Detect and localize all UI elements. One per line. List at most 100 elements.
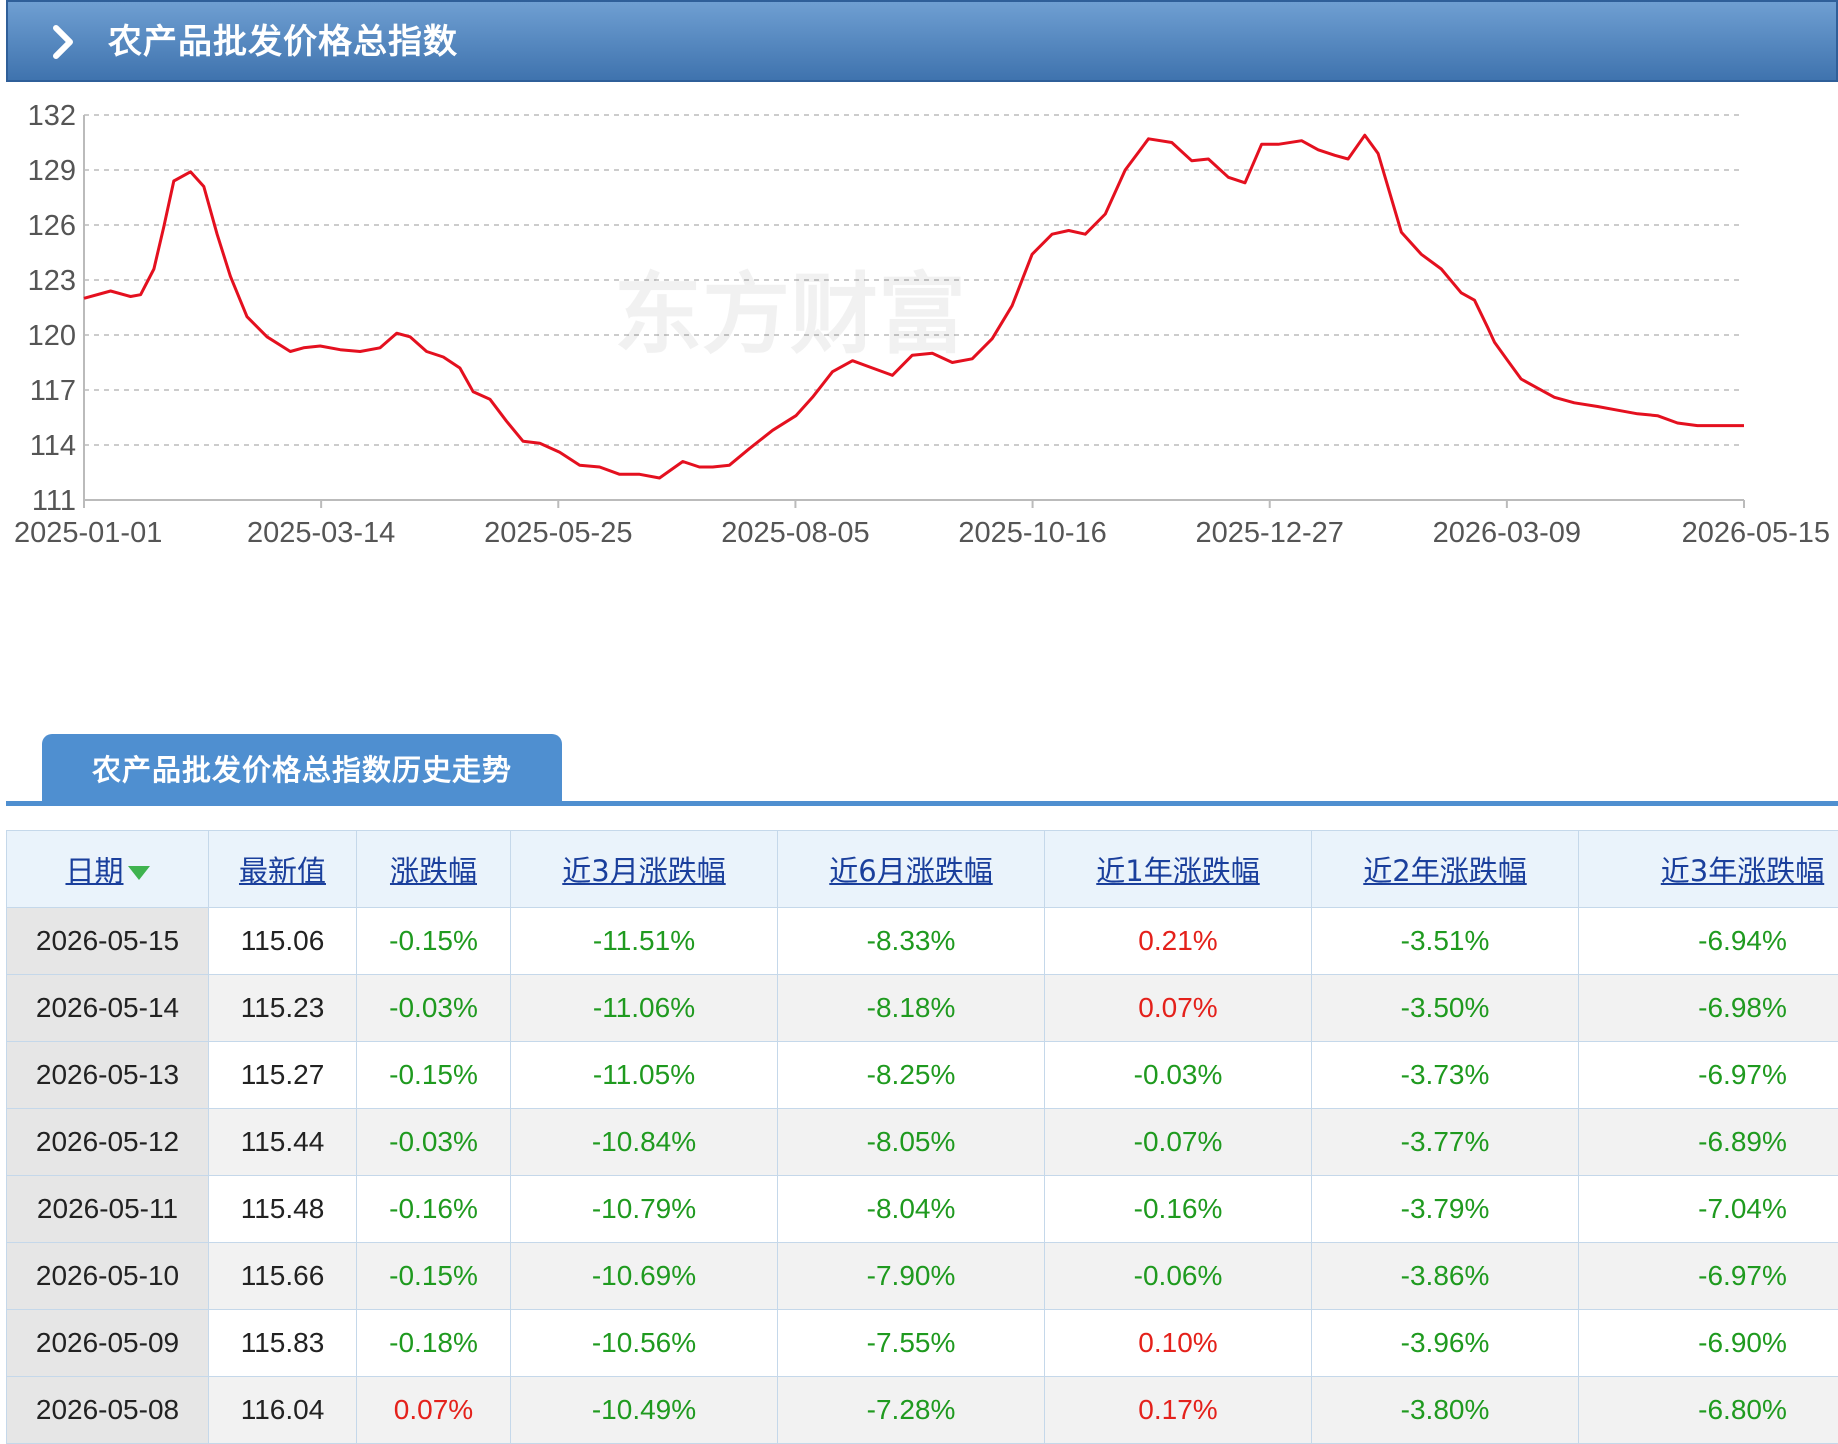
cell-latest: 115.66 — [209, 1243, 357, 1310]
table-row: 2026-05-08116.040.07%-10.49%-7.28%0.17%-… — [7, 1377, 1838, 1444]
x-axis: 2025-01-01 2025-03-14 2025-05-25 2025-08-05… — [14, 500, 1830, 549]
cell-change: -0.15% — [357, 1243, 511, 1310]
cell-latest: 115.23 — [209, 975, 357, 1042]
y-tick-label: 114 — [30, 430, 76, 462]
y-tick-label: 126 — [28, 210, 76, 242]
cell-3m: -10.56% — [511, 1310, 778, 1377]
table-row: 2026-05-14115.23-0.03%-11.06%-8.18%0.07%… — [7, 975, 1838, 1042]
cell-latest: 115.83 — [209, 1310, 357, 1377]
y-tick-label: 129 — [28, 155, 76, 187]
x-tick-label: 2025-03-14 — [247, 517, 395, 549]
x-tick-label: 2025-10-16 — [958, 517, 1106, 549]
cell-3y: -6.94% — [1579, 908, 1838, 975]
tab-underline — [6, 801, 1838, 806]
cell-6m: -8.33% — [778, 908, 1045, 975]
y-axis: 111114117120123126129132 — [28, 100, 76, 517]
cell-3m: -11.05% — [511, 1042, 778, 1109]
cell-change: -0.03% — [357, 1109, 511, 1176]
cell-6m: -8.05% — [778, 1109, 1045, 1176]
cell-latest: 115.27 — [209, 1042, 357, 1109]
cell-3y: -6.97% — [1579, 1243, 1838, 1310]
cell-latest: 115.48 — [209, 1176, 357, 1243]
cell-latest: 115.06 — [209, 908, 357, 975]
page-header: 农产品批发价格总指数 — [6, 0, 1838, 82]
history-table: 日期 最新值 涨跌幅 近3月涨跌幅 近6月涨跌幅 近1年涨跌幅 近2年涨跌幅 近… — [6, 830, 1838, 1444]
cell-2y: -3.73% — [1312, 1042, 1579, 1109]
y-tick-label: 111 — [32, 485, 76, 517]
cell-1y: -0.16% — [1045, 1176, 1312, 1243]
cell-3y: -6.97% — [1579, 1042, 1838, 1109]
cell-1y: -0.07% — [1045, 1109, 1312, 1176]
cell-date: 2026-05-10 — [7, 1243, 209, 1310]
table-header-row: 日期 最新值 涨跌幅 近3月涨跌幅 近6月涨跌幅 近1年涨跌幅 近2年涨跌幅 近… — [7, 831, 1838, 908]
table-row: 2026-05-12115.44-0.03%-10.84%-8.05%-0.07… — [7, 1109, 1838, 1176]
chevron-right-icon[interactable] — [44, 22, 84, 62]
sort-down-arrow-icon[interactable] — [128, 866, 150, 880]
cell-date: 2026-05-15 — [7, 908, 209, 975]
table-row: 2026-05-13115.27-0.15%-11.05%-8.25%-0.03… — [7, 1042, 1838, 1109]
x-tick-label: 2025-12-27 — [1196, 517, 1344, 549]
column-header-2y[interactable]: 近2年涨跌幅 — [1312, 831, 1579, 908]
x-tick-label: 2025-01-01 — [14, 517, 162, 549]
x-tick-label: 2025-05-25 — [484, 517, 632, 549]
column-header-change[interactable]: 涨跌幅 — [357, 831, 511, 908]
cell-date: 2026-05-14 — [7, 975, 209, 1042]
column-header-date[interactable]: 日期 — [7, 831, 209, 908]
cell-1y: 0.10% — [1045, 1310, 1312, 1377]
cell-6m: -7.90% — [778, 1243, 1045, 1310]
cell-1y: 0.21% — [1045, 908, 1312, 975]
column-header-6m[interactable]: 近6月涨跌幅 — [778, 831, 1045, 908]
cell-change: -0.03% — [357, 975, 511, 1042]
cell-date: 2026-05-12 — [7, 1109, 209, 1176]
table-row: 2026-05-11115.48-0.16%-10.79%-8.04%-0.16… — [7, 1176, 1838, 1243]
column-header-1y[interactable]: 近1年涨跌幅 — [1045, 831, 1312, 908]
x-tick-label: 2025-08-05 — [721, 517, 869, 549]
tab-label: 农产品批发价格总指数历史走势 — [92, 750, 512, 790]
cell-2y: -3.50% — [1312, 975, 1579, 1042]
cell-6m: -7.28% — [778, 1377, 1045, 1444]
cell-2y: -3.86% — [1312, 1243, 1579, 1310]
cell-3y: -6.89% — [1579, 1109, 1838, 1176]
table-row: 2026-05-09115.83-0.18%-10.56%-7.55%0.10%… — [7, 1310, 1838, 1377]
column-header-latest[interactable]: 最新值 — [209, 831, 357, 908]
cell-1y: -0.06% — [1045, 1243, 1312, 1310]
page-title: 农产品批发价格总指数 — [108, 20, 458, 64]
cell-date: 2026-05-09 — [7, 1310, 209, 1377]
cell-3y: -6.98% — [1579, 975, 1838, 1042]
table-row: 2026-05-15115.06-0.15%-11.51%-8.33%0.21%… — [7, 908, 1838, 975]
cell-3m: -10.49% — [511, 1377, 778, 1444]
cell-3m: -10.79% — [511, 1176, 778, 1243]
cell-change: -0.18% — [357, 1310, 511, 1377]
y-tick-label: 132 — [28, 100, 76, 132]
y-tick-label: 117 — [30, 375, 76, 407]
price-index-line-chart: 东方财富 111114117120123126129132 2025-01-01… — [0, 100, 1838, 660]
table-row: 2026-05-10115.66-0.15%-10.69%-7.90%-0.06… — [7, 1243, 1838, 1310]
cell-3y: -6.90% — [1579, 1310, 1838, 1377]
cell-2y: -3.80% — [1312, 1377, 1579, 1444]
cell-1y: -0.03% — [1045, 1042, 1312, 1109]
cell-2y: -3.79% — [1312, 1176, 1579, 1243]
cell-2y: -3.51% — [1312, 908, 1579, 975]
watermark-text: 东方财富 — [614, 263, 966, 366]
cell-3m: -11.51% — [511, 908, 778, 975]
cell-6m: -8.25% — [778, 1042, 1045, 1109]
cell-change: -0.15% — [357, 908, 511, 975]
column-header-3y[interactable]: 近3年涨跌幅 — [1579, 831, 1838, 908]
cell-change: -0.15% — [357, 1042, 511, 1109]
column-header-3m[interactable]: 近3月涨跌幅 — [511, 831, 778, 908]
cell-3m: -11.06% — [511, 975, 778, 1042]
cell-date: 2026-05-08 — [7, 1377, 209, 1444]
cell-change: 0.07% — [357, 1377, 511, 1444]
x-tick-label: 2026-03-09 — [1433, 517, 1581, 549]
cell-change: -0.16% — [357, 1176, 511, 1243]
cell-date: 2026-05-11 — [7, 1176, 209, 1243]
x-tick-label: 2026-05-15 — [1682, 517, 1830, 549]
cell-latest: 115.44 — [209, 1109, 357, 1176]
cell-1y: 0.17% — [1045, 1377, 1312, 1444]
tab-history-trend[interactable]: 农产品批发价格总指数历史走势 — [42, 734, 562, 806]
y-tick-label: 123 — [28, 265, 76, 297]
cell-6m: -8.18% — [778, 975, 1045, 1042]
cell-2y: -3.96% — [1312, 1310, 1579, 1377]
cell-6m: -8.04% — [778, 1176, 1045, 1243]
cell-latest: 116.04 — [209, 1377, 357, 1444]
